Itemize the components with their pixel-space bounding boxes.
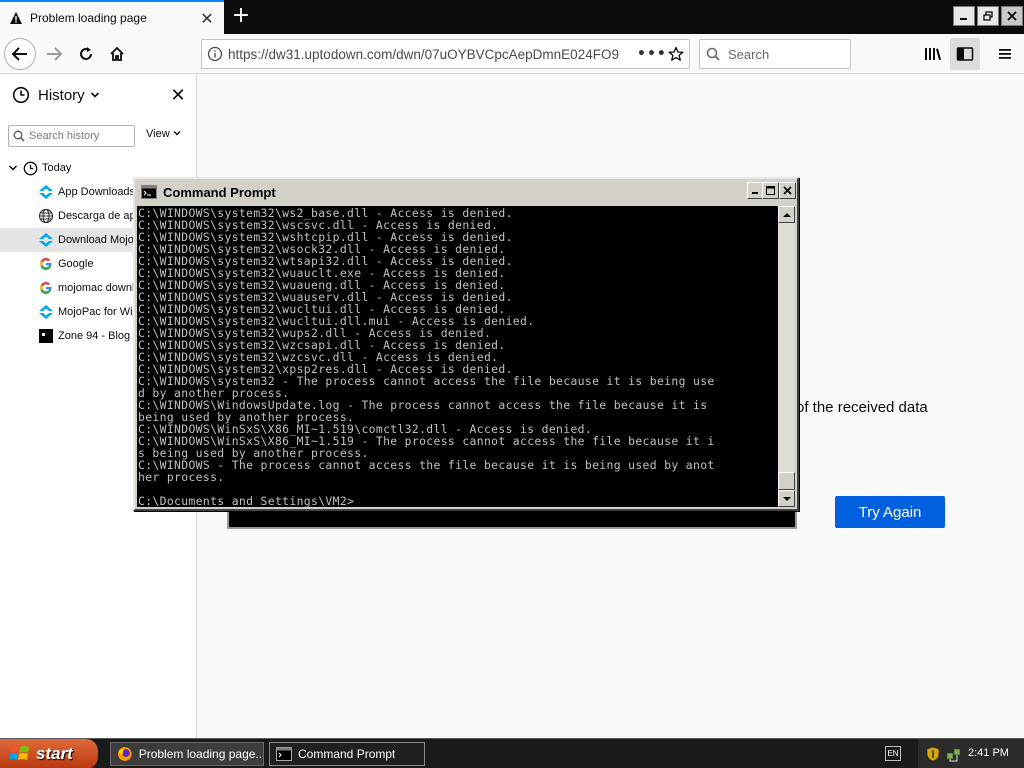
- chevron-down-icon: [90, 92, 99, 98]
- restore-button[interactable]: [977, 6, 999, 26]
- history-item-label: MojoPac for Wir: [58, 306, 137, 318]
- globe-icon: [38, 208, 54, 224]
- forward-button[interactable]: [38, 38, 70, 70]
- new-tab-button[interactable]: +: [228, 4, 254, 30]
- language-indicator[interactable]: EN: [885, 746, 901, 761]
- scroll-up-button[interactable]: [778, 206, 795, 223]
- info-icon[interactable]: [202, 46, 228, 62]
- zone94-icon: [38, 328, 54, 344]
- cmd-icon: [276, 747, 292, 761]
- tab-strip: Problem loading page ✕ +: [0, 0, 1024, 34]
- google-icon: [38, 256, 54, 272]
- start-button[interactable]: start: [0, 739, 98, 768]
- tab-close-icon[interactable]: ✕: [198, 9, 216, 28]
- warning-icon: [8, 10, 24, 26]
- history-search-input[interactable]: Search history: [8, 125, 135, 147]
- start-label: start: [36, 744, 73, 763]
- sidebar-toggle-button[interactable]: [950, 38, 980, 70]
- chevron-down-icon: [173, 131, 181, 136]
- scroll-down-button[interactable]: [778, 490, 795, 507]
- console-line: her process.: [138, 470, 225, 484]
- bookmark-star-icon[interactable]: [663, 46, 689, 62]
- sidebar-close-icon[interactable]: ✕: [168, 85, 188, 106]
- windows-logo-icon: [10, 746, 29, 760]
- hamburger-icon: [999, 49, 1011, 59]
- reload-button[interactable]: [70, 38, 102, 70]
- command-prompt-window[interactable]: Command Prompt C:\WINDOWS\system32\ws2_b…: [133, 177, 799, 511]
- cmd-title-bar[interactable]: Command Prompt: [136, 180, 796, 204]
- twisty-open-icon: [8, 165, 18, 171]
- clock: 2:41 PM: [968, 747, 1009, 759]
- security-shield-icon[interactable]: [926, 746, 940, 762]
- firefox-icon: [117, 747, 132, 761]
- taskbar-item-firefox[interactable]: Problem loading page...: [110, 742, 264, 766]
- search-placeholder: Search: [728, 46, 770, 62]
- forward-arrow-icon: [47, 47, 63, 61]
- cmd-scrollbar[interactable]: [778, 206, 795, 507]
- history-item-label: Descarga de ap: [58, 210, 136, 222]
- taskbar: start Problem loading page... Command Pr…: [0, 738, 1024, 768]
- console-lines: C:\WINDOWS\system32\ws2_base.dll - Acces…: [138, 207, 777, 507]
- uptodown-icon: [38, 184, 54, 200]
- url-text: https://dw31.uptodown.com/dwn/07uOYBVCpc…: [228, 46, 619, 62]
- clock-icon: [22, 160, 38, 176]
- arrow-up-icon: [782, 212, 791, 217]
- search-bar[interactable]: Search: [699, 39, 851, 69]
- history-item-label: mojomac downl: [58, 282, 135, 294]
- close-window-button[interactable]: [1001, 6, 1023, 26]
- view-menu-button[interactable]: View: [146, 128, 181, 140]
- cmd-icon: [141, 185, 157, 199]
- console-output[interactable]: C:\WINDOWS\system32\ws2_base.dll - Acces…: [137, 206, 778, 507]
- search-icon: [706, 47, 720, 61]
- arrow-down-icon: [782, 496, 791, 501]
- taskbar-item-cmd[interactable]: Command Prompt: [269, 742, 425, 766]
- console-line: C:\WINDOWS - The process cannot access t…: [138, 458, 715, 472]
- network-icon[interactable]: [946, 746, 962, 762]
- url-bar[interactable]: https://dw31.uptodown.com/dwn/07uOYBVCpc…: [201, 39, 690, 69]
- view-label: View: [146, 128, 170, 140]
- sidebar-title: History: [38, 86, 85, 104]
- tree-group-label: Today: [42, 162, 72, 174]
- history-item-label: Zone 94 - Blog: [58, 330, 131, 342]
- taskbar-item-label: Problem loading page...: [138, 747, 263, 761]
- taskbar-item-label: Command Prompt: [298, 747, 396, 761]
- back-arrow-icon: [11, 47, 27, 61]
- uptodown-icon: [38, 304, 54, 320]
- error-description-text: of the received data: [796, 399, 928, 416]
- cmd-title: Command Prompt: [163, 184, 276, 200]
- history-item-label: App Downloads: [58, 186, 136, 198]
- navigation-toolbar: https://dw31.uptodown.com/dwn/07uOYBVCpc…: [0, 34, 1024, 74]
- library-icon: [925, 48, 941, 60]
- tab-title: Problem loading page: [30, 11, 147, 25]
- minimize-button[interactable]: [953, 6, 975, 26]
- history-item-label: Google: [58, 258, 94, 270]
- scroll-thumb[interactable]: [778, 472, 795, 490]
- sidebar-header[interactable]: History: [0, 75, 196, 115]
- sidebar-icon: [956, 47, 974, 61]
- clock-icon: [12, 86, 30, 104]
- history-search-placeholder: Search history: [29, 130, 100, 142]
- console-line: C:\Documents and Settings\VM2>: [138, 494, 355, 507]
- back-button[interactable]: [4, 38, 36, 70]
- cmd-close-button[interactable]: [779, 182, 796, 199]
- try-again-button[interactable]: Try Again: [835, 496, 945, 528]
- tab-active[interactable]: Problem loading page ✕: [0, 0, 224, 34]
- home-icon: [110, 46, 124, 61]
- library-button[interactable]: [918, 38, 948, 70]
- home-button[interactable]: [101, 38, 133, 70]
- uptodown-icon: [38, 232, 54, 248]
- page-actions-icon[interactable]: •••: [637, 46, 666, 62]
- reload-icon: [80, 47, 92, 60]
- cmd-maximize-button[interactable]: [762, 182, 779, 199]
- search-icon: [13, 130, 25, 142]
- menu-button[interactable]: [990, 38, 1020, 70]
- history-item-label: Download Mojo: [58, 234, 134, 246]
- google-icon: [38, 280, 54, 296]
